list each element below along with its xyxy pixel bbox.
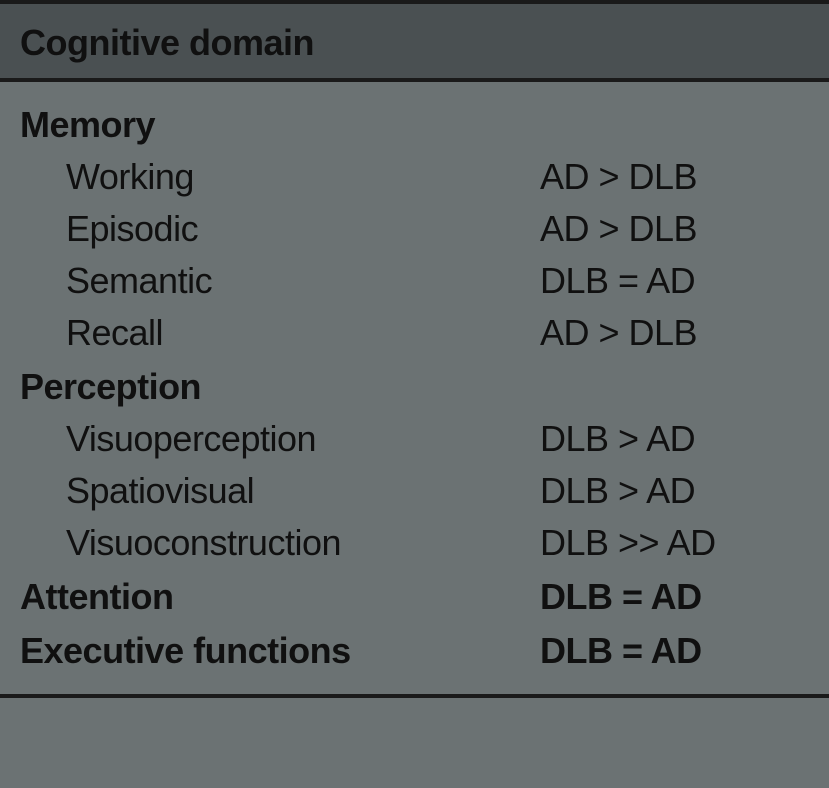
- sub-label: Working: [20, 156, 540, 198]
- table-body: Memory Working AD > DLB Episodic AD > DL…: [0, 82, 829, 698]
- sub-value: DLB = AD: [540, 260, 809, 302]
- sub-label: Semantic: [20, 260, 540, 302]
- section-value: DLB = AD: [540, 576, 809, 618]
- sub-label: Episodic: [20, 208, 540, 250]
- section-label: Memory: [20, 104, 540, 146]
- section-label: Perception: [20, 366, 540, 408]
- cognitive-domain-table: Cognitive domain Memory Working AD > DLB…: [0, 0, 829, 788]
- section-value: DLB = AD: [540, 630, 809, 672]
- table-header-row: Cognitive domain: [0, 0, 829, 82]
- sub-row: Working AD > DLB: [20, 156, 809, 198]
- sub-value: AD > DLB: [540, 312, 809, 354]
- section-row-attention: Attention DLB = AD: [20, 576, 809, 618]
- sub-row: Visuoconstruction DLB >> AD: [20, 522, 809, 564]
- sub-row: Visuoperception DLB > AD: [20, 418, 809, 460]
- section-label: Attention: [20, 576, 540, 618]
- sub-row: Recall AD > DLB: [20, 312, 809, 354]
- sub-label: Spatiovisual: [20, 470, 540, 512]
- sub-row: Semantic DLB = AD: [20, 260, 809, 302]
- sub-value: DLB > AD: [540, 418, 809, 460]
- section-row-memory: Memory: [20, 104, 809, 146]
- sub-label: Visuoconstruction: [20, 522, 540, 564]
- table-header-label: Cognitive domain: [20, 22, 809, 64]
- sub-value: DLB > AD: [540, 470, 809, 512]
- sub-label: Visuoperception: [20, 418, 540, 460]
- sub-value: AD > DLB: [540, 156, 809, 198]
- section-row-executive-functions: Executive functions DLB = AD: [20, 630, 809, 672]
- sub-value: AD > DLB: [540, 208, 809, 250]
- section-row-perception: Perception: [20, 366, 809, 408]
- sub-row: Episodic AD > DLB: [20, 208, 809, 250]
- sub-value: DLB >> AD: [540, 522, 809, 564]
- sub-label: Recall: [20, 312, 540, 354]
- section-label: Executive functions: [20, 630, 540, 672]
- sub-row: Spatiovisual DLB > AD: [20, 470, 809, 512]
